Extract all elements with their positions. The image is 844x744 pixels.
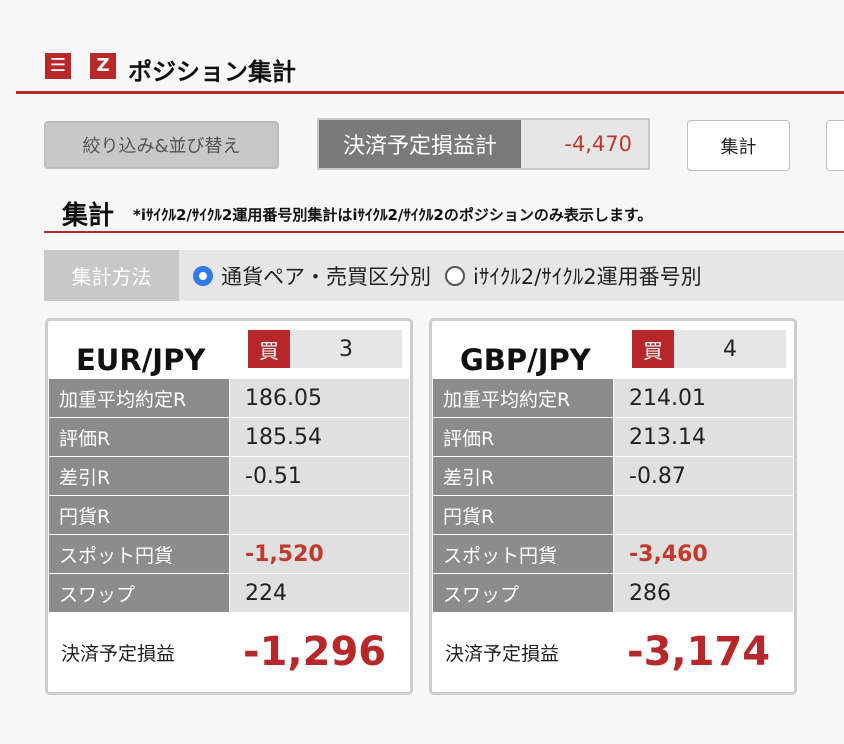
section-divider <box>44 231 844 233</box>
settlement-pl-label: 決済予定損益 <box>61 643 176 665</box>
row-value: -3,460 <box>614 535 793 573</box>
row-value: 214.01 <box>614 379 793 417</box>
row-value: 185.54 <box>230 418 409 456</box>
row-value: 224 <box>230 574 409 612</box>
row-label: 差引R <box>49 457 229 495</box>
page-title: ポジション集計 <box>128 58 296 86</box>
card-rows: 加重平均約定R 214.01 評価R 213.14 差引R -0.87 円貨R スポッ… <box>433 379 793 613</box>
row-label: 評価R <box>49 418 229 456</box>
row-eval-rate: 評価R 185.54 <box>49 418 409 456</box>
row-label: 加重平均約定R <box>433 379 613 417</box>
row-label: 円貨R <box>433 496 613 534</box>
row-label: 加重平均約定R <box>49 379 229 417</box>
row-label: 差引R <box>433 457 613 495</box>
quantity-value: 4 <box>723 336 737 362</box>
settlement-pl-value: -3,174 <box>627 629 771 675</box>
row-swap: スワップ 224 <box>49 574 409 612</box>
section-title: 集計 <box>62 201 115 231</box>
row-swap: スワップ 286 <box>433 574 793 612</box>
row-value: -0.51 <box>230 457 409 495</box>
next-toolbar-button[interactable] <box>826 120 844 171</box>
buy-badge: 買 <box>248 330 290 368</box>
aggregation-method-label: 集計方法 <box>44 250 179 301</box>
total-pl-value: -4,470 <box>564 132 632 156</box>
side-quantity: 買 4 <box>632 330 786 368</box>
side-quantity: 買 3 <box>248 330 402 368</box>
row-spot-jpy: スポット円貨 -1,520 <box>49 535 409 573</box>
position-card-eurjpy[interactable]: EUR/JPY 買 3 加重平均約定R 186.05 評価R 185.54 差引R -… <box>45 318 413 695</box>
row-value <box>230 496 409 534</box>
row-value: 286 <box>614 574 793 612</box>
row-value <box>614 496 793 534</box>
row-avg-rate: 加重平均約定R 214.01 <box>433 379 793 417</box>
filter-sort-button[interactable]: 絞り込み&並び替え <box>44 121 279 169</box>
currency-pair: EUR/JPY <box>76 343 206 377</box>
row-label: 円貨R <box>49 496 229 534</box>
quantity-value: 3 <box>339 336 353 362</box>
row-jpy-rate: 円貨R <box>433 496 793 534</box>
row-value: 186.05 <box>230 379 409 417</box>
header-divider <box>16 91 844 94</box>
aggregation-method-row: 集計方法 通貨ペア・売買区分別 iｻｲｸﾙ2/ｻｲｸﾙ2運用番号別 <box>44 250 844 301</box>
row-diff-rate: 差引R -0.51 <box>49 457 409 495</box>
radio-pair-side[interactable] <box>193 265 213 286</box>
settlement-pl-value: -1,296 <box>243 629 387 675</box>
row-label: スポット円貨 <box>49 535 229 573</box>
menu-icon[interactable]: ☰ <box>45 53 71 79</box>
row-label: スワップ <box>433 574 613 612</box>
row-spot-jpy: スポット円貨 -3,460 <box>433 535 793 573</box>
currency-pair: GBP/JPY <box>460 343 591 377</box>
row-value: -0.87 <box>614 457 793 495</box>
position-card-gbpjpy[interactable]: GBP/JPY 買 4 加重平均約定R 214.01 評価R 213.14 差引R -… <box>429 318 797 695</box>
row-value: 213.14 <box>614 418 793 456</box>
row-label: スワップ <box>49 574 229 612</box>
radio-cycle-number-label[interactable]: iｻｲｸﾙ2/ｻｲｸﾙ2運用番号別 <box>473 261 702 291</box>
total-pl-display: 決済予定損益計 -4,470 <box>317 118 650 170</box>
section-note: *iｻｲｸﾙ2/ｻｲｸﾙ2運用番号別集計はiｻｲｸﾙ2/ｻｲｸﾙ2のポジションの… <box>133 206 653 224</box>
row-diff-rate: 差引R -0.87 <box>433 457 793 495</box>
total-pl-label: 決済予定損益計 <box>319 120 521 168</box>
row-jpy-rate: 円貨R <box>49 496 409 534</box>
row-label: 評価R <box>433 418 613 456</box>
row-label: スポット円貨 <box>433 535 613 573</box>
buy-badge: 買 <box>632 330 674 368</box>
radio-pair-side-label[interactable]: 通貨ペア・売買区分別 <box>221 261 431 291</box>
card-rows: 加重平均約定R 186.05 評価R 185.54 差引R -0.51 円貨R スポッ… <box>49 379 409 613</box>
app-logo-icon: Z <box>90 53 116 79</box>
row-eval-rate: 評価R 213.14 <box>433 418 793 456</box>
aggregate-button[interactable]: 集計 <box>687 120 790 171</box>
radio-cycle-number[interactable] <box>445 265 465 286</box>
settlement-pl-label: 決済予定損益 <box>445 643 560 665</box>
row-avg-rate: 加重平均約定R 186.05 <box>49 379 409 417</box>
row-value: -1,520 <box>230 535 409 573</box>
